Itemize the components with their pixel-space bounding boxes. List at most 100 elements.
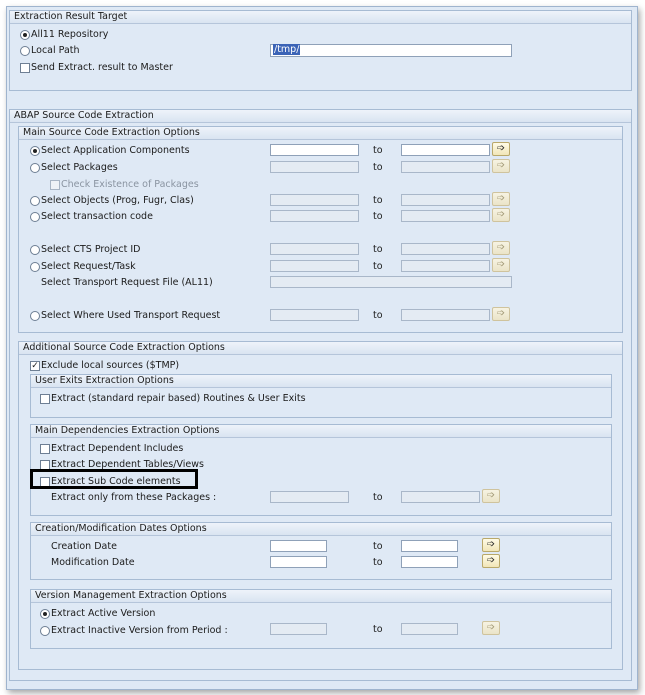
highlight-box <box>30 469 198 489</box>
creation-date-multi-button[interactable]: ➩ <box>482 538 500 552</box>
packages-label: Select Packages <box>41 162 118 173</box>
transaction-radio[interactable] <box>30 212 40 222</box>
arrow-right-icon: ➩ <box>496 209 506 220</box>
transaction-from-input <box>270 210 359 222</box>
arrow-right-icon: ➩ <box>486 622 496 633</box>
modification-date-to-label: to <box>373 557 383 568</box>
request-to-label: to <box>373 261 383 272</box>
request-from-input <box>270 260 359 272</box>
exclude-local-label: Exclude local sources ($TMP) <box>41 360 180 371</box>
local-path-value: /tmp/ <box>273 44 301 55</box>
additional-options-title: Additional Source Code Extraction Option… <box>19 342 622 355</box>
only-packages-from-input <box>270 491 349 503</box>
creation-date-from-input[interactable] <box>270 540 327 552</box>
transaction-to-label: to <box>373 211 383 222</box>
objects-from-input <box>270 194 359 206</box>
app-components-to-input[interactable] <box>401 144 490 156</box>
main-options-group: Main Source Code Extraction Options <box>18 126 623 333</box>
send-master-checkbox[interactable] <box>20 63 30 73</box>
where-used-from-input <box>270 309 359 321</box>
objects-to-input <box>401 194 490 206</box>
all11-radio[interactable] <box>20 30 30 40</box>
version-title: Version Management Extraction Options <box>31 590 611 603</box>
app-components-multi-button[interactable]: ➩ <box>492 142 510 156</box>
request-to-input <box>401 260 490 272</box>
where-used-label: Select Where Used Transport Request <box>41 310 221 321</box>
transport-file-input <box>270 276 512 288</box>
packages-multi-button: ➩ <box>492 159 510 173</box>
modification-date-from-input[interactable] <box>270 556 327 568</box>
transaction-label: Select transaction code <box>41 211 153 222</box>
cts-multi-button: ➩ <box>492 241 510 255</box>
arrow-right-icon: ➩ <box>496 308 506 319</box>
only-packages-multi-button: ➩ <box>482 489 500 503</box>
app-components-to-label: to <box>373 145 383 156</box>
exclude-local-checkbox[interactable]: ✓ <box>30 361 40 371</box>
packages-to-label: to <box>373 162 383 173</box>
cts-to-label: to <box>373 244 383 255</box>
objects-radio[interactable] <box>30 196 40 206</box>
main-options-title: Main Source Code Extraction Options <box>19 127 622 140</box>
arrow-right-icon: ➩ <box>486 555 496 566</box>
cts-label: Select CTS Project ID <box>41 244 141 255</box>
modification-date-multi-button[interactable]: ➩ <box>482 554 500 568</box>
packages-radio[interactable] <box>30 163 40 173</box>
abap-extraction-title: ABAP Source Code Extraction <box>10 110 631 123</box>
send-master-label: Send Extract. result to Master <box>31 62 173 73</box>
where-used-to-label: to <box>373 310 383 321</box>
local-path-radio[interactable] <box>20 46 30 56</box>
user-exits-label: Extract (standard repair based) Routines… <box>51 393 306 404</box>
arrow-right-icon: ➩ <box>496 259 506 270</box>
transaction-to-input <box>401 210 490 222</box>
creation-date-to-input[interactable] <box>401 540 458 552</box>
dependencies-title: Main Dependencies Extraction Options <box>31 425 611 438</box>
local-path-input[interactable]: /tmp/ <box>270 44 512 57</box>
inactive-to-label: to <box>373 624 383 635</box>
app-components-label: Select Application Components <box>41 145 190 156</box>
arrow-right-icon: ➩ <box>496 143 506 154</box>
inactive-from-input <box>270 623 327 635</box>
cts-from-input <box>270 243 359 255</box>
modification-date-to-input[interactable] <box>401 556 458 568</box>
dep-includes-checkbox[interactable] <box>40 444 50 454</box>
active-version-label: Extract Active Version <box>51 608 156 619</box>
check-packages-checkbox <box>50 180 60 190</box>
arrow-right-icon: ➩ <box>496 242 506 253</box>
arrow-right-icon: ➩ <box>496 193 506 204</box>
inactive-version-label: Extract Inactive Version from Period : <box>51 625 228 636</box>
arrow-right-icon: ➩ <box>486 490 496 501</box>
where-used-multi-button: ➩ <box>492 307 510 321</box>
transport-file-label: Select Transport Request File (AL11) <box>41 277 213 288</box>
app-components-from-input[interactable] <box>270 144 359 156</box>
active-version-radio[interactable] <box>40 609 50 619</box>
result-target-title: Extraction Result Target <box>10 11 631 24</box>
only-packages-to-input <box>401 491 480 503</box>
request-label: Select Request/Task <box>41 261 136 272</box>
cts-radio[interactable] <box>30 245 40 255</box>
user-exits-checkbox[interactable] <box>40 394 50 404</box>
packages-to-input <box>401 161 490 173</box>
creation-date-label: Creation Date <box>51 541 117 552</box>
packages-from-input <box>270 161 359 173</box>
creation-date-to-label: to <box>373 541 383 552</box>
objects-multi-button: ➩ <box>492 192 510 206</box>
inactive-version-radio[interactable] <box>40 626 50 636</box>
only-packages-to-label: to <box>373 492 383 503</box>
arrow-right-icon: ➩ <box>496 160 506 171</box>
only-packages-label: Extract only from these Packages : <box>51 492 217 503</box>
inactive-multi-button: ➩ <box>482 621 500 635</box>
inactive-to-input <box>401 623 458 635</box>
where-used-radio[interactable] <box>30 311 40 321</box>
where-used-to-input <box>401 309 490 321</box>
dep-includes-label: Extract Dependent Includes <box>51 443 184 454</box>
local-path-label: Local Path <box>31 45 80 56</box>
arrow-right-icon: ➩ <box>486 539 496 550</box>
all11-label: All11 Repository <box>31 29 109 40</box>
objects-to-label: to <box>373 195 383 206</box>
request-multi-button: ➩ <box>492 258 510 272</box>
transaction-multi-button: ➩ <box>492 208 510 222</box>
request-radio[interactable] <box>30 262 40 272</box>
dates-title: Creation/Modification Dates Options <box>31 523 611 536</box>
app-components-radio[interactable] <box>30 146 40 156</box>
modification-date-label: Modification Date <box>51 557 135 568</box>
